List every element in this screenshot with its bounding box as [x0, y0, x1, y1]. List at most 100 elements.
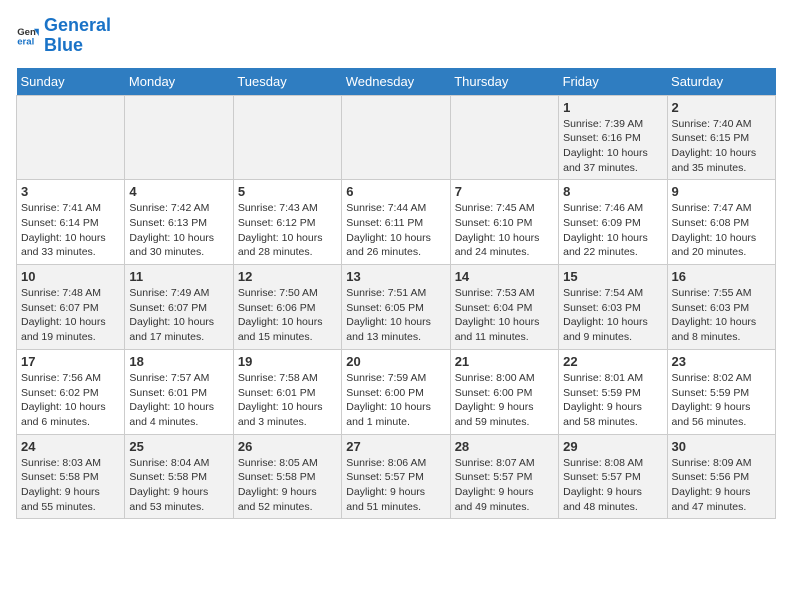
- calendar-cell: 26 Sunrise: 8:05 AM Sunset: 5:58 PM Dayli…: [233, 434, 341, 519]
- day-info: Sunrise: 7:47 AM Sunset: 6:08 PM Dayligh…: [672, 201, 771, 260]
- calendar-cell: 13 Sunrise: 7:51 AM Sunset: 6:05 PM Dayli…: [342, 265, 450, 350]
- page-header: Gen eral General Blue: [16, 16, 776, 56]
- day-number: 18: [129, 354, 228, 369]
- day-number: 25: [129, 439, 228, 454]
- calendar-cell: 27Sunrise: 8:06 AM Sunset: 5:57 PM Dayli…: [342, 434, 450, 519]
- calendar-week-row: 1Sunrise: 7:39 AM Sunset: 6:16 PM Daylig…: [17, 95, 776, 180]
- calendar-cell: [17, 95, 125, 180]
- day-number: 8: [563, 184, 662, 199]
- calendar-header-row: SundayMondayTuesdayWednesdayThursdayFrid…: [17, 68, 776, 96]
- calendar-week-row: 10 Sunrise: 7:48 AM Sunset: 6:07 PM Dayli…: [17, 265, 776, 350]
- day-info: Sunrise: 7:50 AM Sunset: 6:06 PM Dayligh…: [238, 286, 337, 345]
- day-info: Sunrise: 7:55 AM Sunset: 6:03 PM Dayligh…: [672, 286, 771, 345]
- day-info: Sunrise: 8:06 AM Sunset: 5:57 PM Dayligh…: [346, 456, 445, 515]
- day-info: Sunrise: 7:49 AM Sunset: 6:07 PM Dayligh…: [129, 286, 228, 345]
- day-info: Sunrise: 7:40 AM Sunset: 6:15 PM Dayligh…: [672, 117, 771, 176]
- day-info: Sunrise: 7:51 AM Sunset: 6:05 PM Dayligh…: [346, 286, 445, 345]
- calendar-cell: 12 Sunrise: 7:50 AM Sunset: 6:06 PM Dayli…: [233, 265, 341, 350]
- day-info: Sunrise: 7:43 AM Sunset: 6:12 PM Dayligh…: [238, 201, 337, 260]
- calendar-cell: [125, 95, 233, 180]
- calendar-cell: 17 Sunrise: 7:56 AM Sunset: 6:02 PM Dayli…: [17, 349, 125, 434]
- day-info: Sunrise: 8:01 AM Sunset: 5:59 PM Dayligh…: [563, 371, 662, 430]
- calendar-cell: 30 Sunrise: 8:09 AM Sunset: 5:56 PM Dayli…: [667, 434, 775, 519]
- logo: Gen eral General Blue: [16, 16, 111, 56]
- day-number: 23: [672, 354, 771, 369]
- calendar-cell: [233, 95, 341, 180]
- day-info: Sunrise: 8:05 AM Sunset: 5:58 PM Dayligh…: [238, 456, 337, 515]
- weekday-header: Monday: [125, 68, 233, 96]
- calendar-cell: 16 Sunrise: 7:55 AM Sunset: 6:03 PM Dayli…: [667, 265, 775, 350]
- day-number: 16: [672, 269, 771, 284]
- day-info: Sunrise: 8:09 AM Sunset: 5:56 PM Dayligh…: [672, 456, 771, 515]
- calendar-cell: 15 Sunrise: 7:54 AM Sunset: 6:03 PM Dayli…: [559, 265, 667, 350]
- calendar-cell: 10 Sunrise: 7:48 AM Sunset: 6:07 PM Dayli…: [17, 265, 125, 350]
- calendar-cell: 18 Sunrise: 7:57 AM Sunset: 6:01 PM Dayli…: [125, 349, 233, 434]
- day-info: Sunrise: 7:39 AM Sunset: 6:16 PM Dayligh…: [563, 117, 662, 176]
- day-number: 26: [238, 439, 337, 454]
- day-number: 24: [21, 439, 120, 454]
- calendar-cell: 29 Sunrise: 8:08 AM Sunset: 5:57 PM Dayli…: [559, 434, 667, 519]
- day-info: Sunrise: 8:07 AM Sunset: 5:57 PM Dayligh…: [455, 456, 554, 515]
- day-number: 5: [238, 184, 337, 199]
- day-number: 22: [563, 354, 662, 369]
- day-info: Sunrise: 7:56 AM Sunset: 6:02 PM Dayligh…: [21, 371, 120, 430]
- calendar-cell: 19Sunrise: 7:58 AM Sunset: 6:01 PM Dayli…: [233, 349, 341, 434]
- calendar-cell: 11Sunrise: 7:49 AM Sunset: 6:07 PM Dayli…: [125, 265, 233, 350]
- day-number: 4: [129, 184, 228, 199]
- calendar-cell: [342, 95, 450, 180]
- calendar-week-row: 24Sunrise: 8:03 AM Sunset: 5:58 PM Dayli…: [17, 434, 776, 519]
- calendar-cell: 22 Sunrise: 8:01 AM Sunset: 5:59 PM Dayli…: [559, 349, 667, 434]
- day-number: 29: [563, 439, 662, 454]
- weekday-header: Tuesday: [233, 68, 341, 96]
- day-info: Sunrise: 7:54 AM Sunset: 6:03 PM Dayligh…: [563, 286, 662, 345]
- calendar-cell: 20 Sunrise: 7:59 AM Sunset: 6:00 PM Dayli…: [342, 349, 450, 434]
- logo-icon: Gen eral: [16, 24, 40, 48]
- day-number: 30: [672, 439, 771, 454]
- day-number: 14: [455, 269, 554, 284]
- calendar-cell: 25 Sunrise: 8:04 AM Sunset: 5:58 PM Dayli…: [125, 434, 233, 519]
- logo-text-line1: General: [44, 16, 111, 36]
- day-info: Sunrise: 8:08 AM Sunset: 5:57 PM Dayligh…: [563, 456, 662, 515]
- calendar-week-row: 17 Sunrise: 7:56 AM Sunset: 6:02 PM Dayli…: [17, 349, 776, 434]
- day-number: 12: [238, 269, 337, 284]
- day-info: Sunrise: 7:46 AM Sunset: 6:09 PM Dayligh…: [563, 201, 662, 260]
- day-info: Sunrise: 7:57 AM Sunset: 6:01 PM Dayligh…: [129, 371, 228, 430]
- day-info: Sunrise: 8:04 AM Sunset: 5:58 PM Dayligh…: [129, 456, 228, 515]
- calendar-week-row: 3 Sunrise: 7:41 AM Sunset: 6:14 PM Daylig…: [17, 180, 776, 265]
- day-number: 15: [563, 269, 662, 284]
- day-info: Sunrise: 7:59 AM Sunset: 6:00 PM Dayligh…: [346, 371, 445, 430]
- day-number: 9: [672, 184, 771, 199]
- calendar-cell: 6 Sunrise: 7:44 AM Sunset: 6:11 PM Daylig…: [342, 180, 450, 265]
- day-info: Sunrise: 7:48 AM Sunset: 6:07 PM Dayligh…: [21, 286, 120, 345]
- day-number: 20: [346, 354, 445, 369]
- day-info: Sunrise: 7:42 AM Sunset: 6:13 PM Dayligh…: [129, 201, 228, 260]
- weekday-header: Saturday: [667, 68, 775, 96]
- day-number: 21: [455, 354, 554, 369]
- day-number: 19: [238, 354, 337, 369]
- calendar-cell: 8 Sunrise: 7:46 AM Sunset: 6:09 PM Daylig…: [559, 180, 667, 265]
- calendar-cell: 14 Sunrise: 7:53 AM Sunset: 6:04 PM Dayli…: [450, 265, 558, 350]
- calendar-cell: [450, 95, 558, 180]
- calendar-cell: 24Sunrise: 8:03 AM Sunset: 5:58 PM Dayli…: [17, 434, 125, 519]
- day-number: 7: [455, 184, 554, 199]
- svg-text:eral: eral: [17, 36, 34, 47]
- day-info: Sunrise: 7:41 AM Sunset: 6:14 PM Dayligh…: [21, 201, 120, 260]
- calendar-table: SundayMondayTuesdayWednesdayThursdayFrid…: [16, 68, 776, 520]
- day-number: 6: [346, 184, 445, 199]
- day-number: 10: [21, 269, 120, 284]
- calendar-cell: 5 Sunrise: 7:43 AM Sunset: 6:12 PM Daylig…: [233, 180, 341, 265]
- logo-text-line2: Blue: [44, 36, 111, 56]
- day-info: Sunrise: 8:00 AM Sunset: 6:00 PM Dayligh…: [455, 371, 554, 430]
- day-number: 3: [21, 184, 120, 199]
- day-number: 2: [672, 100, 771, 115]
- day-number: 17: [21, 354, 120, 369]
- weekday-header: Wednesday: [342, 68, 450, 96]
- day-number: 13: [346, 269, 445, 284]
- day-info: Sunrise: 8:02 AM Sunset: 5:59 PM Dayligh…: [672, 371, 771, 430]
- weekday-header: Sunday: [17, 68, 125, 96]
- day-info: Sunrise: 7:44 AM Sunset: 6:11 PM Dayligh…: [346, 201, 445, 260]
- calendar-cell: 1Sunrise: 7:39 AM Sunset: 6:16 PM Daylig…: [559, 95, 667, 180]
- day-info: Sunrise: 7:45 AM Sunset: 6:10 PM Dayligh…: [455, 201, 554, 260]
- weekday-header: Thursday: [450, 68, 558, 96]
- day-info: Sunrise: 7:53 AM Sunset: 6:04 PM Dayligh…: [455, 286, 554, 345]
